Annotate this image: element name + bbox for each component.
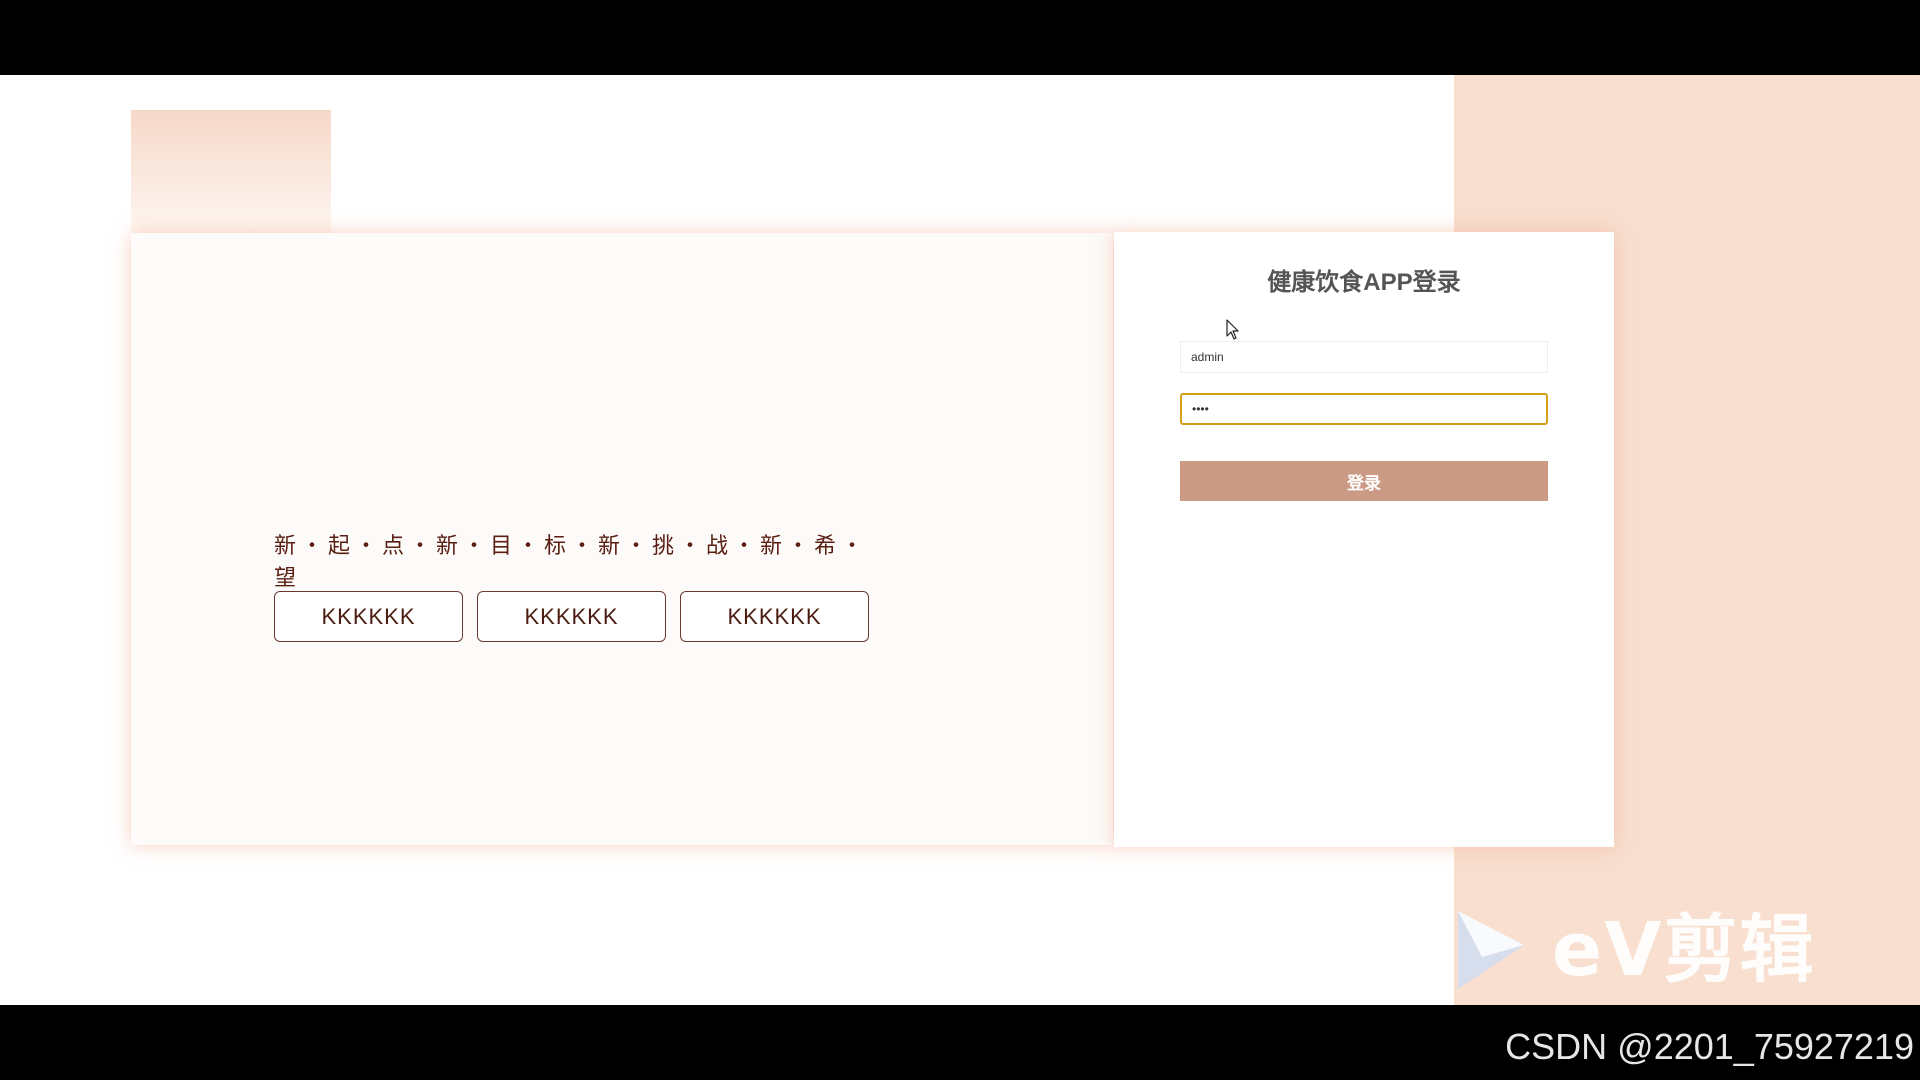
play-triangle-icon bbox=[1458, 911, 1524, 989]
hero-button-3[interactable]: KKKKKK bbox=[680, 591, 869, 642]
app-viewport: 新・起・点・新・目・标・新・挑・战・新・希・望 KKKKKK KKKKKK KK… bbox=[0, 75, 1920, 1005]
login-panel: 健康饮食APP登录 登录 bbox=[1114, 232, 1614, 847]
hero-button-group: KKKKKK KKKKKK KKKKKK bbox=[274, 591, 869, 642]
decorative-gradient-block bbox=[131, 110, 331, 234]
hero-panel: 新・起・点・新・目・标・新・挑・战・新・希・望 KKKKKK KKKKKK KK… bbox=[131, 233, 1113, 845]
credit-text: CSDN @2201_75927219 bbox=[1505, 1026, 1914, 1067]
mouse-pointer-icon bbox=[1226, 319, 1239, 340]
slogan-text: 新・起・点・新・目・标・新・挑・战・新・希・望 bbox=[274, 534, 869, 591]
login-title: 健康饮食APP登录 bbox=[1267, 269, 1461, 296]
username-input[interactable] bbox=[1180, 341, 1548, 373]
watermark-text: eV剪辑 bbox=[1552, 907, 1816, 993]
login-button[interactable]: 登录 bbox=[1180, 461, 1548, 501]
hero-button-2[interactable]: KKKKKK bbox=[477, 591, 666, 642]
hero-button-1[interactable]: KKKKKK bbox=[274, 591, 463, 642]
video-editor-watermark: eV剪辑 bbox=[1452, 905, 1832, 995]
password-input[interactable] bbox=[1180, 393, 1548, 425]
